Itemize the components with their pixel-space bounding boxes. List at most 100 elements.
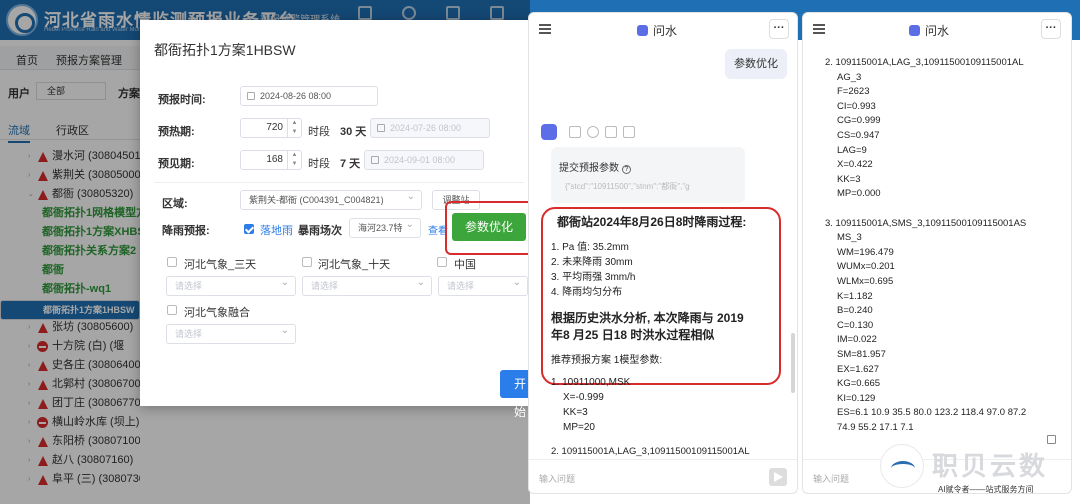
lead-date-value: 2024-09-01 08:00: [384, 155, 456, 165]
speaker-icon[interactable]: [587, 126, 599, 138]
menu-icon[interactable]: [539, 24, 551, 34]
assistant-icon: [909, 25, 920, 36]
param-line: MP=0.000: [837, 188, 881, 200]
report-title: 都衙站2024年8月26日8时降雨过程:: [557, 215, 747, 229]
lead-value: 168: [266, 154, 283, 165]
source-checkbox-2[interactable]: [302, 257, 312, 267]
param-line: X=-0.999: [563, 392, 604, 403]
param-line: CI=0.993: [837, 100, 876, 112]
help-icon[interactable]: ?: [622, 165, 631, 174]
warmup-label: 预热期:: [158, 126, 195, 138]
chat-title-text: 问水: [925, 24, 950, 38]
source-select-1[interactable]: 请选择: [166, 274, 296, 296]
calendar-icon: [247, 92, 255, 100]
analysis-line: 年8 月25 日18 时洪水过程相似: [551, 328, 715, 342]
region-select[interactable]: 紫荆关-都衙 (C004391_C004821): [240, 188, 422, 210]
tool-call-card: 提交预报参数? {"stcd":"10911500","stnm":"都衙","…: [551, 147, 745, 203]
forecast-time-value: 2024-08-26 08:00: [260, 91, 332, 101]
calendar-icon: [377, 124, 385, 132]
tool-call-title-text: 提交预报参数: [559, 163, 619, 174]
param-line: X=0.422: [837, 159, 873, 171]
source-select-3[interactable]: 请选择: [438, 274, 528, 296]
warmup-days: 30 天: [340, 126, 367, 138]
param-line: KI=0.129: [837, 392, 876, 404]
param-line: C=0.130: [837, 319, 874, 331]
stepper-arrows-icon[interactable]: ▲ ▼: [287, 151, 301, 169]
param-line: CG=0.999: [837, 115, 881, 127]
warmup-stepper[interactable]: 720 ▲ ▼: [240, 118, 302, 138]
forecast-time-input[interactable]: 2024-08-26 08:00: [240, 86, 378, 106]
lead-stepper[interactable]: 168 ▲ ▼: [240, 150, 302, 170]
param-line: 3. 109115001A,SMS_3,10911500109115001AS: [825, 217, 1027, 229]
source-label-4: 河北气象融合: [184, 307, 250, 319]
source-checkbox-1[interactable]: [167, 257, 177, 267]
param-line: ES=6.1 10.9 35.5 80.0 123.2 118.4 97.0 8…: [837, 407, 1027, 419]
scrollbar[interactable]: [791, 333, 795, 393]
start-button[interactable]: 开始: [500, 370, 530, 419]
lead-date-input: 2024-09-01 08:00: [364, 150, 484, 170]
warmup-value: 720: [266, 122, 283, 133]
forecast-time-label: 预报时间:: [158, 94, 206, 106]
param-line: K=1.182: [837, 290, 873, 302]
lead-label: 预见期:: [158, 158, 195, 170]
assistant-avatar: [541, 124, 557, 140]
thumbs-down-icon[interactable]: [623, 126, 635, 138]
calendar-icon: [371, 156, 379, 164]
dialog-title: 都衙拓扑1方案1HBSW: [154, 42, 296, 58]
lead-days: 7 天: [340, 158, 361, 170]
chat-panel-1: 问水 ··· 参数优化 提交预报参数? {"stcd":"10911500","…: [528, 12, 798, 494]
chat-input[interactable]: 输入问题: [813, 472, 849, 485]
param-line: B=0.240: [837, 305, 873, 317]
recommend-line: 推荐预报方案 1模型参数:: [551, 355, 663, 366]
menu-icon[interactable]: [813, 24, 825, 34]
chat-input-bar: 输入问题: [529, 459, 797, 493]
more-button[interactable]: ···: [769, 19, 789, 39]
assistant-icon: [637, 25, 648, 36]
lead-unit: 时段: [308, 158, 330, 170]
chat-title-text: 问水: [653, 24, 678, 38]
report-item: 4. 降雨均匀分布: [551, 287, 623, 298]
source-select-2[interactable]: 请选择: [302, 274, 432, 296]
send-icon[interactable]: [769, 468, 787, 486]
param-line: KK=3: [563, 407, 588, 418]
more-button[interactable]: ···: [1041, 19, 1061, 39]
watermark: 职贝云数 AI赋令者——站式服务方间: [876, 440, 1080, 504]
param-line: 74.9 55.2 17.1 7.1: [837, 422, 914, 433]
highlight-box: [445, 201, 533, 255]
rain-option-label: 落地雨: [260, 225, 293, 237]
source-label-1: 河北气象_三天: [184, 259, 257, 271]
rain-option-checkbox[interactable]: [244, 224, 254, 234]
report-item: 3. 平均雨强 3mm/h: [551, 272, 636, 283]
param-line: EX=1.627: [837, 363, 879, 375]
tool-call-title: 提交预报参数?: [559, 159, 631, 174]
source-checkbox-3[interactable]: [437, 257, 447, 267]
param-line: MS_3: [837, 232, 862, 244]
source-checkbox-4[interactable]: [167, 305, 177, 315]
chat-header: 问水 ···: [803, 13, 1071, 45]
chat-input[interactable]: 输入问题: [539, 472, 575, 485]
param-line: SM=81.957: [837, 349, 886, 360]
report-item: 2. 未来降雨 30mm: [551, 257, 633, 268]
analysis-line: 根据历史洪水分析, 本次降雨与 2019: [551, 311, 744, 325]
storm-label: 暴雨场次: [298, 225, 342, 237]
warmup-date-value: 2024-07-26 08:00: [390, 123, 462, 133]
thumbs-up-icon[interactable]: [605, 126, 617, 138]
storm-select[interactable]: 海河23.7特: [349, 216, 421, 238]
rain-forecast-label: 降雨预报:: [162, 225, 210, 237]
source-select-4[interactable]: 请选择: [166, 322, 296, 344]
warmup-date-input: 2024-07-26 08:00: [370, 118, 490, 138]
copy-icon[interactable]: [569, 126, 581, 138]
param-line: KK=3: [837, 173, 861, 185]
report-item: 1. Pa 值: 35.2mm: [551, 242, 629, 253]
stepper-arrows-icon[interactable]: ▲ ▼: [287, 119, 301, 137]
chat-panel-2: 问水 ··· 2. 109115001A,LAG_3,1091150010911…: [802, 12, 1072, 494]
chat-title: 问水: [637, 22, 677, 39]
user-message: 参数优化: [725, 49, 787, 79]
chat-title: 问水: [909, 22, 949, 39]
region-label: 区域:: [162, 198, 188, 210]
param-line: WM=196.479: [837, 246, 894, 258]
watermark-tagline: AI赋令者——站式服务方间: [938, 485, 1034, 494]
param-line: WLMx=0.695: [837, 276, 894, 287]
warmup-unit: 时段: [308, 126, 330, 138]
chat-header: 问水 ···: [529, 13, 797, 45]
